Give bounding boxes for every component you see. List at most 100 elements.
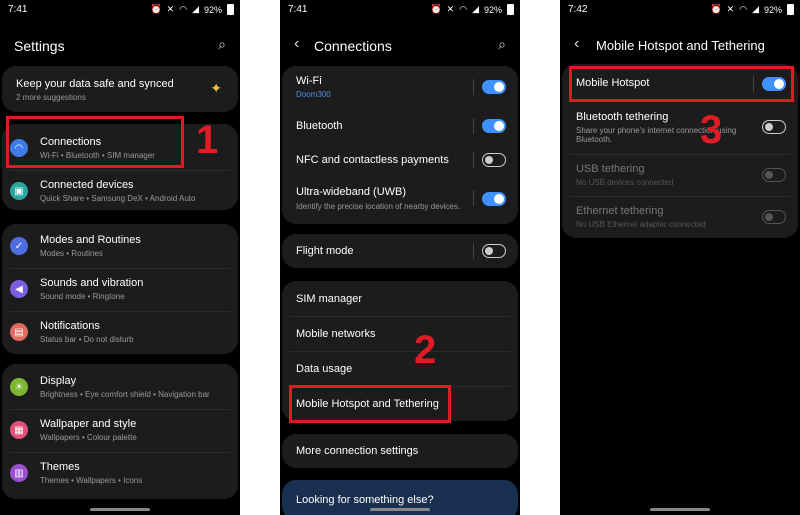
sim-manager-row[interactable]: SIM manager	[280, 285, 520, 315]
item-label: Connected devices	[40, 179, 134, 191]
data-usage-label: Data usage	[296, 363, 353, 375]
status-bar: 7:41 ⏰ ✕ ◠ ◢ 92%	[0, 0, 240, 20]
status-bar: 7:41 ⏰ ✕ ◠ ◢ 92%	[280, 0, 520, 20]
suggestion-banner[interactable]: Keep your data safe and synced 2 more su…	[2, 66, 238, 112]
uwb-toggle[interactable]	[482, 192, 506, 206]
flight-toggle[interactable]	[482, 244, 506, 258]
speaker-icon: ◀	[10, 280, 28, 298]
battery-icon	[507, 4, 514, 15]
wallpaper-icon: ▦	[10, 421, 28, 439]
status-time: 7:41	[8, 4, 28, 15]
eth-sub: No USB Ethernet adapter connected	[576, 220, 706, 229]
flight-label: Flight mode	[296, 245, 354, 257]
banner-subtitle: 2 more suggestions	[16, 93, 86, 102]
highlight-mobile-hotspot	[569, 66, 794, 102]
alarm-icon: ⏰	[430, 4, 442, 14]
eth-label: Ethernet tethering	[576, 205, 664, 217]
page-title: Mobile Hotspot and Tethering	[596, 38, 765, 53]
phone-settings: 7:41 ⏰ ✕ ◠ ◢ 92% Settings ⌕ Keep your da…	[0, 0, 240, 515]
devices-icon: ▣	[10, 182, 28, 200]
bell-icon: ▤	[10, 323, 28, 341]
back-arrow-icon[interactable]: ‹	[574, 35, 579, 53]
battery-text: 92%	[203, 4, 222, 15]
signal-icon: ◢	[192, 4, 199, 14]
signal-icon: ◢	[472, 4, 479, 14]
bluetooth-toggle[interactable]	[482, 119, 506, 133]
battery-text: 92%	[483, 4, 502, 15]
wifi-icon: ◠	[739, 4, 748, 14]
step-number-1: 1	[196, 118, 219, 162]
wifi-row[interactable]: Wi-Fi Doom300	[280, 70, 520, 104]
item-sub: Brightness • Eye comfort shield • Naviga…	[40, 390, 210, 399]
sun-icon: ☀	[10, 378, 28, 396]
flight-row[interactable]: Flight mode	[280, 236, 520, 266]
item-sub: Themes • Wallpapers • Icons	[40, 476, 143, 485]
banner-title: Keep your data safe and synced	[16, 78, 174, 90]
settings-item-sounds[interactable]: ◀ Sounds and vibration Sound mode • Ring…	[0, 273, 240, 309]
item-sub: Status bar • Do not disturb	[40, 335, 134, 344]
item-sub: Quick Share • Samsung DeX • Android Auto	[40, 194, 196, 203]
mute-icon: ✕	[726, 4, 735, 14]
sparkle-icon: ✦	[210, 80, 222, 96]
wifi-label: Wi-Fi	[296, 75, 322, 87]
uwb-sub: Identify the precise location of nearby …	[296, 202, 461, 211]
signal-icon: ◢	[752, 4, 759, 14]
settings-item-display[interactable]: ☀ Display Brightness • Eye comfort shiel…	[0, 371, 240, 407]
status-time: 7:42	[568, 4, 588, 15]
check-icon: ✓	[10, 237, 28, 255]
settings-item-modes[interactable]: ✓ Modes and Routines Modes • Routines	[0, 230, 240, 266]
bt-tether-toggle[interactable]	[762, 120, 786, 134]
page-title: Connections	[314, 38, 392, 54]
nfc-label: NFC and contactless payments	[296, 154, 449, 166]
data-usage-row[interactable]: Data usage	[280, 355, 520, 385]
page-title: Settings	[14, 38, 65, 54]
nav-handle	[90, 508, 150, 511]
settings-item-connected-devices[interactable]: ▣ Connected devices Quick Share • Samsun…	[0, 175, 240, 211]
settings-item-themes[interactable]: ▥ Themes Themes • Wallpapers • Icons	[0, 457, 240, 493]
uwb-label: Ultra-wideband (UWB)	[296, 186, 407, 198]
sim-label: SIM manager	[296, 293, 363, 305]
settings-item-notifications[interactable]: ▤ Notifications Status bar • Do not dist…	[0, 316, 240, 352]
usb-label: USB tethering	[576, 163, 645, 175]
highlight-connections	[6, 116, 184, 168]
item-label: Wallpaper and style	[40, 418, 137, 430]
item-label: Themes	[40, 461, 80, 473]
mute-icon: ✕	[166, 4, 175, 14]
wifi-icon: ◠	[459, 4, 468, 14]
battery-icon	[787, 4, 794, 15]
nav-handle	[650, 508, 710, 511]
nfc-toggle[interactable]	[482, 153, 506, 167]
looking-label: Looking for something else?	[296, 494, 434, 506]
search-icon[interactable]: ⌕	[218, 36, 226, 53]
wifi-network-name: Doom300	[296, 90, 331, 99]
status-bar: 7:42 ⏰ ✕ ◠ ◢ 92%	[560, 0, 800, 20]
wifi-toggle[interactable]	[482, 80, 506, 94]
search-icon[interactable]: ⌕	[498, 36, 506, 53]
battery-text: 92%	[763, 4, 782, 15]
status-time: 7:41	[288, 4, 308, 15]
step-number-3: 3	[700, 108, 723, 152]
alarm-icon: ⏰	[710, 4, 722, 14]
bt-tether-label: Bluetooth tethering	[576, 111, 669, 123]
bt-tether-sub-2: Bluetooth.	[576, 135, 613, 144]
ethernet-tethering-row: Ethernet tethering No USB Ethernet adapt…	[560, 200, 800, 236]
nav-handle	[370, 508, 430, 511]
settings-item-wallpaper[interactable]: ▦ Wallpaper and style Wallpapers • Colou…	[0, 414, 240, 450]
uwb-row[interactable]: Ultra-wideband (UWB) Identify the precis…	[280, 182, 520, 218]
mobile-networks-row[interactable]: Mobile networks	[280, 320, 520, 350]
usb-sub: No USB devices connected	[576, 178, 674, 187]
bluetooth-row[interactable]: Bluetooth	[280, 110, 520, 144]
phone-connections: 7:41 ⏰ ✕ ◠ ◢ 92% ‹ Connections ⌕ Wi-Fi D…	[280, 0, 520, 515]
more-connection-settings-row[interactable]: More connection settings	[280, 436, 520, 466]
themes-icon: ▥	[10, 464, 28, 482]
wifi-icon: ◠	[179, 4, 188, 14]
bluetooth-tethering-row[interactable]: Bluetooth tethering Share your phone's i…	[560, 108, 800, 152]
bluetooth-label: Bluetooth	[296, 120, 343, 132]
item-label: Notifications	[40, 320, 100, 332]
item-label: Modes and Routines	[40, 234, 141, 246]
nfc-row[interactable]: NFC and contactless payments	[280, 144, 520, 178]
item-label: Sounds and vibration	[40, 277, 144, 289]
back-arrow-icon[interactable]: ‹	[294, 35, 299, 53]
more-label: More connection settings	[296, 445, 419, 457]
item-sub: Modes • Routines	[40, 249, 103, 258]
